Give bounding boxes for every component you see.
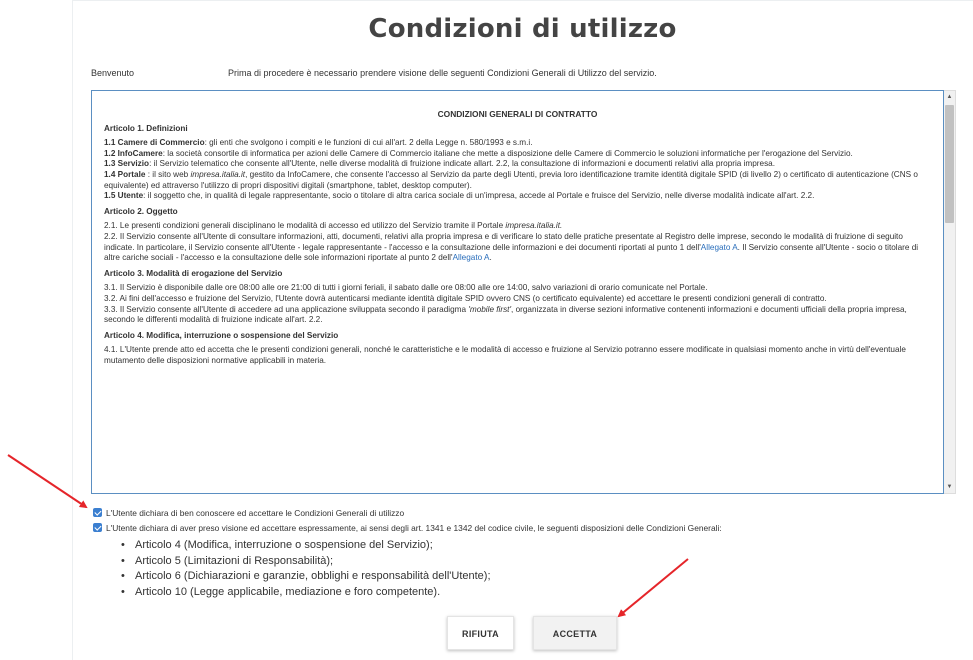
article-3-1: 3.1. Il Servizio è disponibile dalle ore… bbox=[104, 283, 708, 293]
article-3-2: 3.2. Ai fini dell'accesso e fruizione de… bbox=[104, 293, 827, 303]
terms-scroll-box[interactable]: CONDIZIONI GENERALI DI CONTRATTO Articol… bbox=[91, 90, 944, 494]
page-title: Condizioni di utilizzo bbox=[368, 14, 677, 44]
accept-conditions-label: L'Utente dichiara di ben conoscere ed ac… bbox=[106, 508, 405, 518]
article-1-title: Articolo 1. Definizioni bbox=[104, 123, 188, 133]
welcome-text: Prima di procedere è necessario prendere… bbox=[228, 68, 657, 78]
consent-row-2[interactable]: L'Utente dichiara di aver preso visione … bbox=[93, 523, 722, 533]
allegato-a-link-2[interactable]: Allegato A bbox=[453, 253, 490, 262]
clauses-list: Articolo 4 (Modifica, interruzione o sos… bbox=[121, 538, 491, 600]
clause-item: Articolo 10 (Legge applicabile, mediazio… bbox=[121, 585, 491, 601]
article-2-title: Articolo 2. Oggetto bbox=[104, 206, 178, 216]
article-1-1: 1.1 Camere di Commercio: gli enti che sv… bbox=[104, 138, 533, 148]
article-1-3: 1.3 Servizio: il Servizio telematico che… bbox=[104, 159, 776, 169]
top-divider bbox=[72, 0, 973, 1]
article-1-4: 1.4 Portale : il sito web impresa.italia… bbox=[104, 169, 918, 190]
consent-row-1[interactable]: L'Utente dichiara di ben conoscere ed ac… bbox=[93, 508, 404, 518]
clause-item: Articolo 6 (Dichiarazioni e garanzie, ob… bbox=[121, 569, 491, 585]
accept-clauses-checkbox[interactable] bbox=[93, 523, 102, 532]
terms-scrollbar[interactable]: ▲ ▼ bbox=[944, 90, 956, 494]
terms-heading: CONDIZIONI GENERALI DI CONTRATTO bbox=[437, 109, 598, 119]
welcome-label: Benvenuto bbox=[91, 68, 135, 78]
accept-conditions-checkbox[interactable] bbox=[93, 508, 102, 517]
scroll-thumb[interactable] bbox=[945, 105, 954, 223]
article-2-1: 2.1. Le presenti condizioni generali dis… bbox=[104, 221, 563, 231]
article-3-title: Articolo 3. Modalità di erogazione del S… bbox=[104, 268, 283, 278]
accept-button[interactable]: ACCETTA bbox=[533, 616, 617, 650]
article-4-1: 4.1. L'Utente prende atto ed accetta che… bbox=[104, 345, 906, 365]
clause-item: Articolo 4 (Modifica, interruzione o sos… bbox=[121, 538, 491, 554]
article-4-title: Articolo 4. Modifica, interruzione o sos… bbox=[104, 330, 339, 340]
accept-clauses-label: L'Utente dichiara di aver preso visione … bbox=[106, 523, 722, 533]
article-1-5: 1.5 Utente: il soggetto che, in qualità … bbox=[104, 191, 815, 201]
terms-content: CONDIZIONI GENERALI DI CONTRATTO Articol… bbox=[92, 91, 943, 366]
clause-item: Articolo 5 (Limitazioni di Responsabilit… bbox=[121, 554, 491, 570]
reject-button[interactable]: RIFIUTA bbox=[447, 616, 514, 650]
article-3-3: 3.3. Il Servizio consente all'Utente di … bbox=[104, 304, 907, 325]
scroll-down-icon[interactable]: ▼ bbox=[944, 481, 955, 493]
allegato-a-link[interactable]: Allegato A bbox=[701, 243, 738, 252]
scroll-up-icon[interactable]: ▲ bbox=[944, 91, 955, 103]
article-2-2: 2.2. Il Servizio consente all'Utente di … bbox=[104, 231, 919, 263]
article-1-2: 1.2 InfoCamere: la società consortile di… bbox=[104, 148, 853, 158]
